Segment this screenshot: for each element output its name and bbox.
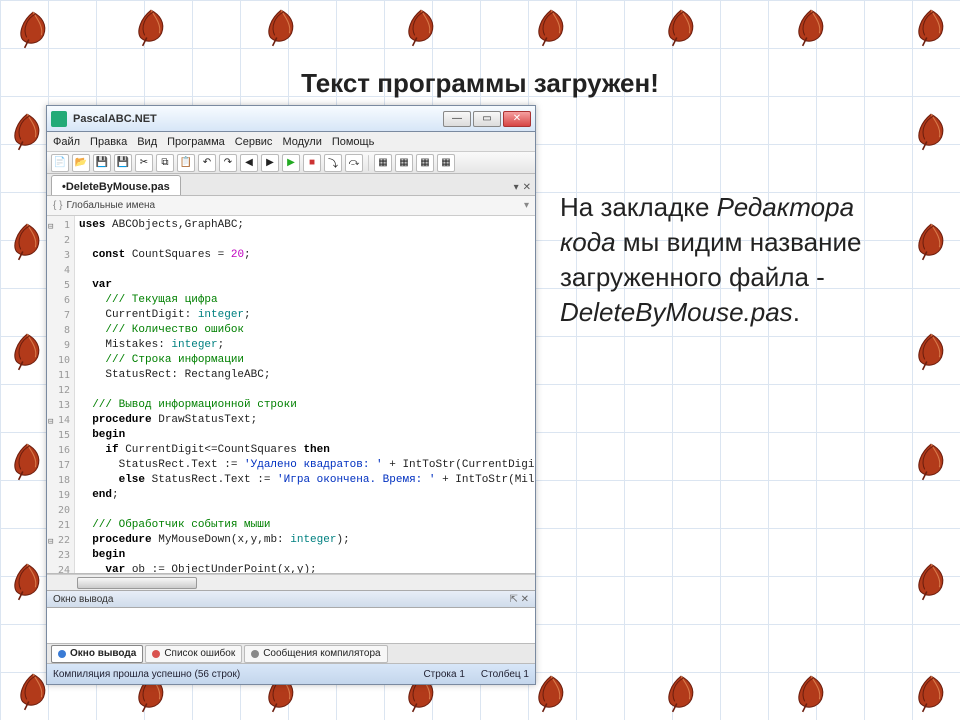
- f4-button[interactable]: ▦: [437, 154, 455, 172]
- menu-помощь[interactable]: Помощь: [332, 136, 375, 148]
- menu-программа[interactable]: Программа: [167, 136, 225, 148]
- leaf-decoration: [6, 220, 48, 262]
- stop-button[interactable]: ■: [303, 154, 321, 172]
- panel-pin-close-icon[interactable]: ⇱ ✕: [509, 594, 529, 605]
- copy-button[interactable]: ⧉: [156, 154, 174, 172]
- tab-close-icon[interactable]: ✕: [523, 182, 531, 193]
- menubar: Файл Правка Вид Программа Сервис Модули Помощь: [47, 132, 535, 152]
- leaf-decoration: [660, 672, 702, 714]
- slide-title: Текст программы загружен!: [0, 68, 960, 99]
- leaf-decoration: [910, 330, 952, 372]
- scrollbar-thumb[interactable]: [77, 577, 197, 589]
- scope-label: Глобальные имена: [66, 200, 155, 211]
- back-button[interactable]: ◀: [240, 154, 258, 172]
- tab-output[interactable]: Окно вывода: [51, 645, 143, 663]
- leaf-decoration: [6, 440, 48, 482]
- maximize-button[interactable]: ▭: [473, 111, 501, 127]
- leaf-decoration: [910, 440, 952, 482]
- paste-button[interactable]: 📋: [177, 154, 195, 172]
- leaf-decoration: [660, 6, 702, 48]
- separator: [368, 155, 369, 171]
- output-panel: [47, 608, 535, 644]
- toolbar: 📄📂💾💾✂⧉📋↶↷◀▶▶■⤵⤼▦▦▦▦: [47, 152, 535, 174]
- menu-вид[interactable]: Вид: [137, 136, 157, 148]
- messages-icon: [251, 650, 259, 658]
- stepover-button[interactable]: ⤼: [345, 154, 363, 172]
- menu-сервис[interactable]: Сервис: [235, 136, 273, 148]
- editor-tabs: •DeleteByMouse.pas ▾ ✕: [47, 174, 535, 196]
- menu-модули[interactable]: Модули: [282, 136, 321, 148]
- gutter: 1⊟234567891011121314⊟1516171819202122⊟23…: [47, 216, 75, 573]
- leaf-decoration: [910, 6, 952, 48]
- file-tab[interactable]: •DeleteByMouse.pas: [51, 175, 181, 195]
- leaf-decoration: [6, 330, 48, 372]
- saveall-button[interactable]: 💾: [114, 154, 132, 172]
- status-line: Строка 1: [423, 669, 464, 680]
- tab-dropdown-icon[interactable]: ▾: [514, 182, 519, 193]
- code-area[interactable]: uses ABCObjects,GraphABC; const CountSqu…: [75, 216, 535, 573]
- scope-bar[interactable]: { } Глобальные имена ▾: [47, 196, 535, 216]
- f3-button[interactable]: ▦: [416, 154, 434, 172]
- titlebar[interactable]: PascalABC.NET — ▭ ✕: [47, 106, 535, 132]
- close-button[interactable]: ✕: [503, 111, 531, 127]
- app-icon: [51, 111, 67, 127]
- window-title: PascalABC.NET: [73, 113, 443, 125]
- leaf-decoration: [910, 110, 952, 152]
- leaf-decoration: [530, 6, 572, 48]
- leaf-decoration: [12, 8, 54, 50]
- ide-window: PascalABC.NET — ▭ ✕ Файл Правка Вид Програм…: [46, 105, 536, 685]
- leaf-decoration: [6, 110, 48, 152]
- tab-messages-label: Сообщения компилятора: [263, 648, 380, 659]
- output-panel-header[interactable]: Окно вывода ⇱ ✕: [47, 590, 535, 608]
- f1-button[interactable]: ▦: [374, 154, 392, 172]
- tab-errors-label: Список ошибок: [164, 648, 235, 659]
- leaf-decoration: [790, 672, 832, 714]
- undo-button[interactable]: ↶: [198, 154, 216, 172]
- status-compile: Компиляция прошла успешно (56 строк): [53, 669, 240, 680]
- horizontal-scrollbar[interactable]: [47, 574, 535, 590]
- menu-файл[interactable]: Файл: [53, 136, 80, 148]
- leaf-decoration: [6, 560, 48, 602]
- menu-правка[interactable]: Правка: [90, 136, 127, 148]
- statusbar: Компиляция прошла успешно (56 строк) Стр…: [47, 664, 535, 684]
- leaf-decoration: [790, 6, 832, 48]
- leaf-decoration: [260, 6, 302, 48]
- output-icon: [58, 650, 66, 658]
- braces-icon: { }: [53, 200, 62, 211]
- open-button[interactable]: 📂: [72, 154, 90, 172]
- fwd-button[interactable]: ▶: [261, 154, 279, 172]
- bottom-tabs: Окно вывода Список ошибок Сообщения комп…: [47, 644, 535, 664]
- save-button[interactable]: 💾: [93, 154, 111, 172]
- tab-messages[interactable]: Сообщения компилятора: [244, 645, 387, 663]
- code-editor[interactable]: 1⊟234567891011121314⊟1516171819202122⊟23…: [47, 216, 535, 574]
- errors-icon: [152, 650, 160, 658]
- leaf-decoration: [130, 6, 172, 48]
- new-button[interactable]: 📄: [51, 154, 69, 172]
- stepin-button[interactable]: ⤵: [324, 154, 342, 172]
- slide-description: На закладке Редактора кода мы видим назв…: [560, 190, 910, 330]
- tab-output-label: Окно вывода: [70, 648, 136, 659]
- f2-button[interactable]: ▦: [395, 154, 413, 172]
- cut-button[interactable]: ✂: [135, 154, 153, 172]
- minimize-button[interactable]: —: [443, 111, 471, 127]
- leaf-decoration: [400, 6, 442, 48]
- run-button[interactable]: ▶: [282, 154, 300, 172]
- output-label: Окно вывода: [53, 594, 113, 605]
- leaf-decoration: [910, 220, 952, 262]
- status-col: Столбец 1: [481, 669, 529, 680]
- leaf-decoration: [530, 672, 572, 714]
- leaf-decoration: [910, 672, 952, 714]
- leaf-decoration: [910, 560, 952, 602]
- chevron-down-icon[interactable]: ▾: [524, 200, 529, 211]
- tab-errors[interactable]: Список ошибок: [145, 645, 242, 663]
- redo-button[interactable]: ↷: [219, 154, 237, 172]
